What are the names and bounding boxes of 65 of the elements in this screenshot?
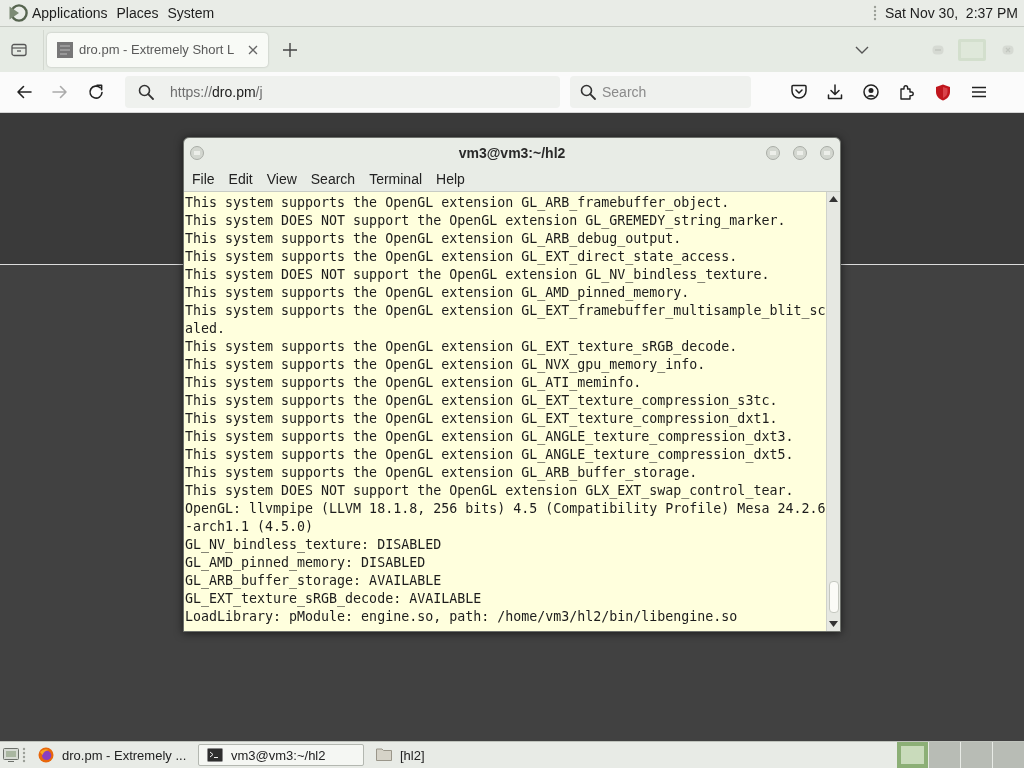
taskbar-button[interactable]: [hl2] [367, 744, 533, 766]
account-icon[interactable] [863, 84, 879, 100]
menu-icon[interactable] [971, 84, 987, 100]
shield-icon[interactable] [935, 83, 951, 101]
terminal-line: This system supports the OpenGL extension GL_AMD_pinned_memory. [185, 284, 691, 302]
scrollbar[interactable] [826, 192, 840, 631]
menu-item[interactable]: Help [429, 171, 472, 187]
reload-icon[interactable] [88, 84, 104, 100]
terminal-line: This system supports the OpenGL extension GL_EXT_direct_state_access. [185, 248, 739, 266]
terminal-line: GL_NV_bindless_texture: DISABLED [185, 536, 443, 554]
panel-menu[interactable]: Places [116, 5, 159, 21]
close-icon[interactable] [248, 44, 258, 55]
box-icon[interactable] [11, 42, 27, 57]
terminal-line: This system supports the OpenGL extension GL_EXT_framebuffer_multisample_blit_scaled. [185, 302, 826, 338]
terminal-line: This system supports the OpenGL extension GL_ARB_framebuffer_object. [185, 194, 731, 212]
terminal-line: This system DOES NOT support the OpenGL extension GL_GREMEDY_string_marker. [185, 212, 787, 230]
plus-icon[interactable] [283, 42, 297, 57]
browser-icon [38, 747, 54, 763]
taskbar-button[interactable]: dro.pm - Extremely ... [29, 744, 195, 766]
search-icon [580, 84, 596, 100]
back-icon[interactable] [16, 84, 32, 100]
browser-tab[interactable]: dro.pm - Extremely Short L [47, 32, 268, 67]
arrow-up-icon[interactable] [829, 196, 838, 202]
desktop-icon[interactable] [3, 748, 19, 762]
pocket-icon[interactable] [791, 84, 807, 100]
terminal-line: GL_EXT_texture_sRGB_decode: AVAILABLE [185, 590, 483, 608]
terminal-line: This system supports the OpenGL extension GL_ARB_buffer_storage. [185, 464, 699, 482]
terminal-line: LoadLibrary: pModule: engine.so, path: /home/vm3/hl2/bin/libengine.so [185, 608, 739, 626]
menu-item[interactable]: Search [303, 171, 363, 187]
page-icon [57, 41, 73, 58]
menu-item[interactable]: Edit [221, 171, 260, 187]
arrow-down-icon[interactable] [829, 621, 838, 627]
search-field[interactable]: Search [570, 76, 751, 108]
address-bar[interactable]: https://dro.pm/j [125, 76, 560, 108]
scrollbar-thumb[interactable] [828, 581, 839, 613]
handle-icon [22, 747, 26, 763]
terminal-line: OpenGL: llvmpipe (LLVM 18.1.8, 256 bits) 4.5 (Compatibility Profile) Mesa 24.2.6-arch1.1 (4.5.0) [185, 500, 826, 536]
terminal-line: This system DOES NOT support the OpenGL extension GLX_EXT_swap_control_tear. [185, 482, 795, 500]
search-icon [138, 84, 154, 100]
menu-item[interactable]: File [185, 171, 222, 187]
terminal-line: This system supports the OpenGL extension GL_EXT_texture_compression_dxt1. [185, 410, 779, 428]
terminal-line: This system supports the OpenGL extension GL_ATI_meminfo. [185, 374, 643, 392]
panel-menu[interactable]: System [167, 5, 215, 21]
menu-logo-icon[interactable] [8, 3, 28, 23]
panel-menu[interactable]: Applications [32, 5, 108, 21]
terminal-line: This system supports the OpenGL extension GL_ANGLE_texture_compression_dxt3. [185, 428, 795, 446]
terminal-icon [207, 747, 223, 763]
terminal-line: GL_ARB_buffer_storage: AVAILABLE [185, 572, 443, 590]
clock: Sat Nov 30, 2:37 PM [884, 5, 1018, 21]
menu-item[interactable]: View [259, 171, 304, 187]
handle-icon [872, 5, 877, 21]
menu-item[interactable]: Terminal [362, 171, 430, 187]
terminal-line: This system supports the OpenGL extension GL_EXT_texture_sRGB_decode. [185, 338, 739, 356]
terminal-line: This system supports the OpenGL extension GL_ARB_debug_output. [185, 230, 683, 248]
chevron-down-icon[interactable] [855, 45, 869, 54]
download-icon[interactable] [827, 84, 843, 100]
taskbar-button[interactable]: vm3@vm3:~/hl2 [198, 744, 364, 766]
puzzle-icon[interactable] [899, 84, 915, 100]
terminal-line: This system supports the OpenGL extension GL_EXT_texture_compression_s3tc. [185, 392, 779, 410]
terminal-line: This system supports the OpenGL extension GL_NVX_gpu_memory_info. [185, 356, 707, 374]
folder-icon [376, 747, 392, 763]
terminal-line: This system supports the OpenGL extension GL_ANGLE_texture_compression_dxt5. [185, 446, 795, 464]
window-title: vm3@vm3:~/hl2 [458, 144, 566, 161]
terminal-line: GL_AMD_pinned_memory: DISABLED [185, 554, 427, 572]
terminal-line: This system DOES NOT support the OpenGL extension GL_NV_bindless_texture. [185, 266, 771, 284]
